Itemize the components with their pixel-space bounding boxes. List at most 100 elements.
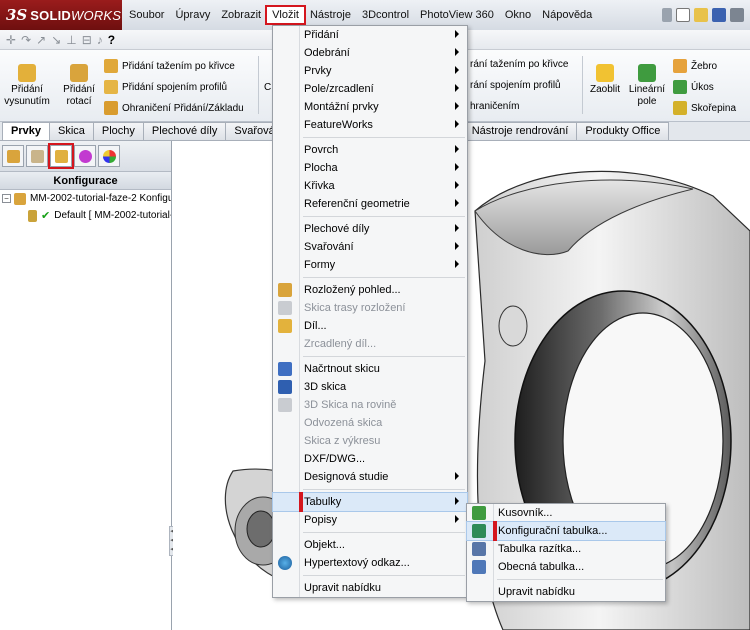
loft-cut-button[interactable]: rání spojením profilů: [470, 80, 561, 91]
menu-odvozena-skica[interactable]: Odvozená skica: [273, 414, 467, 432]
menu-photoview[interactable]: PhotoView 360: [415, 7, 499, 23]
general-table-icon: [472, 560, 486, 574]
tab-prvky[interactable]: Prvky: [2, 122, 50, 140]
display-manager-icon: [102, 149, 116, 163]
dimension-icon[interactable]: ⊥: [66, 33, 76, 47]
boundary-cut-button[interactable]: hraničením: [470, 101, 519, 112]
arc-icon[interactable]: ↷: [21, 33, 31, 47]
menu-dxf-dwg[interactable]: DXF/DWG...: [273, 450, 467, 468]
menu-konfiguracni-tabulka[interactable]: Konfigurační tabulka...: [466, 521, 666, 541]
menu-dil[interactable]: Díl...: [273, 317, 467, 335]
menu-tabulka-razitka[interactable]: Tabulka razítka...: [467, 540, 665, 558]
submenu-upravit-nabidku[interactable]: Upravit nabídku: [467, 583, 665, 601]
menu-svarovani[interactable]: Svařování: [273, 238, 467, 256]
menu-montazni-prvky[interactable]: Montážní prvky: [273, 98, 467, 116]
menu-okno[interactable]: Okno: [500, 7, 536, 23]
menu-skica-trasy-rozlozeni[interactable]: Skica trasy rozložení: [273, 299, 467, 317]
menu-povrch[interactable]: Povrch: [273, 141, 467, 159]
menu-soubor[interactable]: Soubor: [124, 7, 169, 23]
menu-separator: [303, 532, 465, 533]
menu-nastroje[interactable]: Nástroje: [305, 7, 356, 23]
menu-referencni-geometrie[interactable]: Referenční geometrie: [273, 195, 467, 213]
part-config-icon: [14, 192, 26, 205]
save-icon[interactable]: [712, 8, 726, 22]
submenu-arrow-icon: [455, 48, 459, 56]
menu-pridani[interactable]: Přidání: [273, 26, 467, 44]
tab-dimxpert[interactable]: [74, 145, 96, 167]
solidworks-logo[interactable]: 3S SOLIDWORKS: [0, 0, 122, 30]
tab-nastroje-rendrovani[interactable]: Nástroje rendrování: [462, 122, 578, 140]
menu-pole-zrcadleni[interactable]: Pole/zrcadlení: [273, 80, 467, 98]
pin-icon[interactable]: [662, 8, 672, 22]
tab-plochy[interactable]: Plochy: [92, 122, 144, 140]
menu-kusovnik[interactable]: Kusovník...: [467, 504, 665, 522]
trim-icon[interactable]: ♪: [97, 33, 103, 47]
tree-config-default[interactable]: ✔ Default [ MM-2002-tutorial-faze-2 ]: [0, 207, 171, 224]
menu-odebrani[interactable]: Odebrání: [273, 44, 467, 62]
menu-upravit-nabidku[interactable]: Upravit nabídku: [273, 579, 467, 597]
draft-button[interactable]: Úkos: [673, 80, 714, 94]
print-icon[interactable]: [730, 8, 744, 22]
submenu-arrow-icon: [455, 515, 459, 523]
menu-skica-z-vykresu[interactable]: Skica z výkresu: [273, 432, 467, 450]
menu-3d-skica-na-rovine[interactable]: 3D Skica na rovině: [273, 396, 467, 414]
cut-partial-button[interactable]: C: [264, 82, 271, 93]
menu-designova-studie[interactable]: Designová studie: [273, 468, 467, 486]
feature-tree-icon: [6, 149, 20, 163]
insert-menu: Přidání Odebrání Prvky Pole/zrcadlení Mo…: [272, 25, 468, 598]
menu-vlozit[interactable]: Vložit: [265, 5, 306, 25]
tab-plechove-dily[interactable]: Plechové díly: [142, 122, 227, 140]
linear-pattern-button[interactable]: Lineární pole: [626, 64, 668, 108]
fillet-icon: [596, 64, 614, 82]
submenu-arrow-icon: [455, 102, 459, 110]
new-document-icon[interactable]: [676, 8, 690, 22]
line-icon[interactable]: ↗: [36, 33, 46, 47]
menu-separator: [303, 137, 465, 138]
menu-upravy[interactable]: Úpravy: [170, 7, 215, 23]
boundary-boss-button[interactable]: Ohraničení Přidání/Základu: [104, 101, 244, 115]
menu-rozlozeny-pohled[interactable]: Rozložený pohled...: [273, 281, 467, 299]
tab-configurationmanager[interactable]: [48, 143, 74, 169]
fillet-button[interactable]: Zaoblit: [586, 64, 624, 96]
feature-manager-tabs: [0, 141, 171, 172]
tab-featuremanager[interactable]: [2, 145, 24, 167]
tab-produkty-office[interactable]: Produkty Office: [576, 122, 670, 140]
sweep-cut-button[interactable]: rání tažením po křivce: [470, 59, 568, 70]
menu-tabulky[interactable]: Tabulky: [272, 492, 468, 512]
menu-featureworks[interactable]: FeatureWorks: [273, 116, 467, 134]
ds-logo-icon: 3S: [6, 6, 28, 24]
menu-zrcadleny-dil[interactable]: Zrcadlený díl...: [273, 335, 467, 353]
help-icon[interactable]: ?: [108, 33, 115, 47]
menu-prvky[interactable]: Prvky: [273, 62, 467, 80]
menu-objekt[interactable]: Objekt...: [273, 536, 467, 554]
menu-3dcontrol[interactable]: 3Dcontrol: [357, 7, 414, 23]
menu-hypertextovy-odkaz[interactable]: Hypertextový odkaz...: [273, 554, 467, 572]
tab-skica[interactable]: Skica: [48, 122, 94, 140]
point-icon[interactable]: ✛: [6, 33, 16, 47]
menu-3d-skica[interactable]: 3D skica: [273, 378, 467, 396]
sweep-boss-button[interactable]: Přidání tažením po křivce: [104, 59, 235, 73]
menu-zobrazit[interactable]: Zobrazit: [216, 7, 266, 23]
rib-button[interactable]: Žebro: [673, 59, 717, 73]
tab-propertymanager[interactable]: [26, 145, 48, 167]
menu-plechove-dily[interactable]: Plechové díly: [273, 220, 467, 238]
menu-plocha[interactable]: Plocha: [273, 159, 467, 177]
menu-napoveda[interactable]: Nápověda: [537, 7, 597, 23]
menu-nacrtnout-skicu[interactable]: Načrtnout skicu: [273, 360, 467, 378]
menu-formy[interactable]: Formy: [273, 256, 467, 274]
collapse-toggle[interactable]: −: [2, 194, 11, 203]
menu-popisy[interactable]: Popisy: [273, 511, 467, 529]
menu-obecna-tabulka[interactable]: Obecná tabulka...: [467, 558, 665, 576]
open-folder-icon[interactable]: [694, 8, 708, 22]
menu-krivka[interactable]: Křivka: [273, 177, 467, 195]
ribbon-separator: [258, 56, 259, 114]
tree-root[interactable]: − MM-2002-tutorial-faze-2 Konfigurace: [0, 190, 171, 207]
shell-button[interactable]: Skořepina: [673, 101, 736, 115]
submenu-arrow-icon: [455, 120, 459, 128]
tab-display-manager[interactable]: [98, 145, 120, 167]
revolve-boss-button[interactable]: Přidání rotací: [58, 64, 100, 108]
rectangle-icon[interactable]: ⊟: [82, 33, 92, 47]
centerline-icon[interactable]: ↘: [51, 33, 61, 47]
loft-boss-button[interactable]: Přidání spojením profilů: [104, 80, 227, 94]
extrude-boss-button[interactable]: Přidání vysunutím: [4, 64, 50, 108]
